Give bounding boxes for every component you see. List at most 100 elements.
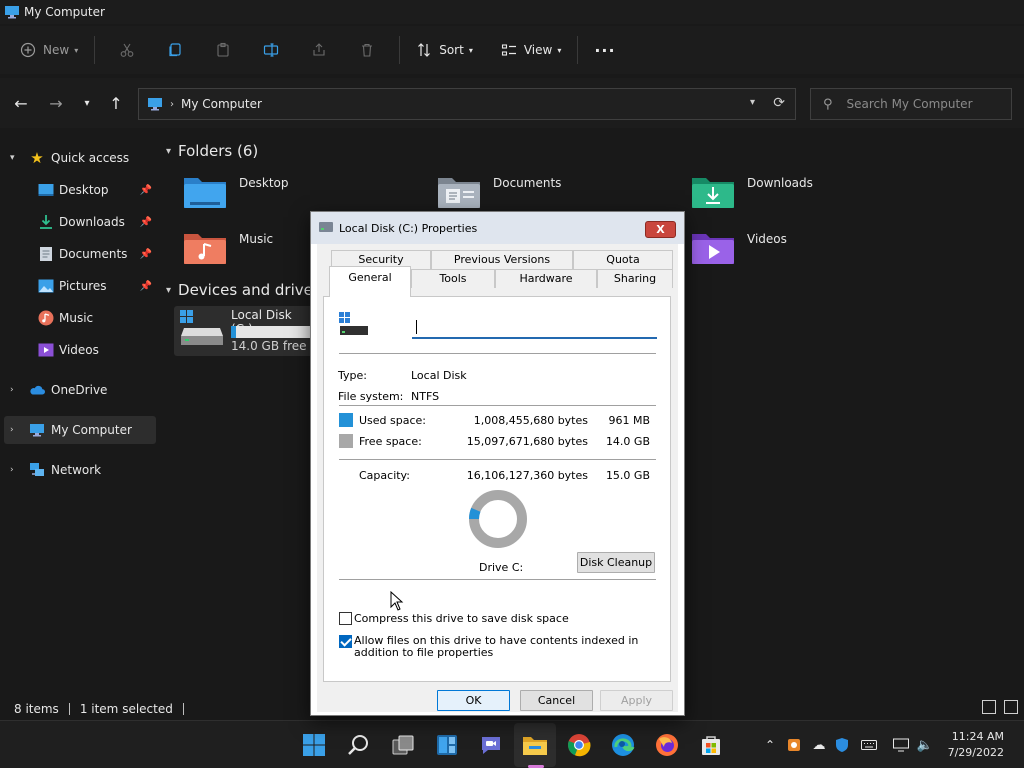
tab-tools[interactable]: Tools — [411, 269, 495, 288]
sidebar-item-pictures[interactable]: Pictures 📌 — [4, 272, 156, 300]
chevron-right-icon[interactable]: › — [10, 465, 14, 475]
sidebar-item-downloads[interactable]: Downloads 📌 — [4, 208, 156, 236]
address-bar[interactable]: › My Computer ▾ ⟳ — [138, 88, 796, 120]
tiles-view-icon[interactable] — [1004, 700, 1018, 714]
music-icon — [38, 310, 54, 326]
mouse-pointer-icon — [390, 591, 404, 611]
share-button[interactable] — [295, 34, 343, 66]
refresh-icon[interactable]: ⟳ — [773, 95, 785, 111]
pin-icon[interactable]: 📌 — [140, 281, 152, 292]
up-button[interactable]: ↑ — [105, 92, 127, 114]
search-icon: ⚲ — [823, 96, 833, 112]
sidebar-item-music[interactable]: Music — [4, 304, 156, 332]
show-hidden-icons-button[interactable]: ⌃ — [762, 735, 778, 755]
rename-icon — [264, 43, 279, 57]
sidebar-item-videos[interactable]: Videos — [4, 336, 156, 364]
chevron-right-icon[interactable]: › — [10, 425, 14, 435]
search-input[interactable]: Search My Computer — [847, 97, 973, 111]
chevron-down-icon[interactable]: ▾ — [166, 146, 171, 157]
back-button[interactable]: ← — [10, 92, 32, 114]
disk-cleanup-button[interactable]: Disk Cleanup — [577, 552, 655, 573]
tray-keyboard-icon[interactable] — [860, 735, 878, 755]
tab-hardware[interactable]: Hardware — [495, 269, 597, 288]
index-label: Allow files on this drive to have conten… — [354, 634, 639, 659]
chrome-button[interactable] — [565, 731, 593, 759]
chevron-up-icon: ⌃ — [764, 738, 776, 752]
index-checkbox[interactable] — [339, 635, 352, 648]
sort-button[interactable]: Sort ▾ — [408, 34, 481, 66]
search-box[interactable]: ⚲ Search My Computer — [810, 88, 1012, 120]
sort-label: Sort — [439, 43, 464, 57]
pin-icon[interactable]: 📌 — [140, 217, 152, 228]
store-button[interactable] — [697, 731, 725, 759]
monitor-icon — [893, 738, 909, 752]
forward-button[interactable]: → — [45, 92, 67, 114]
address-dropdown-icon[interactable]: ▾ — [750, 97, 755, 108]
search-taskbar-button[interactable] — [345, 731, 373, 759]
drives-section-header[interactable]: ▾ Devices and drives — [166, 281, 321, 299]
new-button[interactable]: New ▾ — [12, 34, 86, 66]
delete-button[interactable] — [343, 34, 391, 66]
tray-network-off-icon[interactable]: ☁ — [810, 735, 828, 755]
cut-button[interactable] — [103, 34, 151, 66]
pin-icon[interactable]: 📌 — [140, 249, 152, 260]
file-explorer-button[interactable] — [521, 731, 549, 759]
search-icon — [348, 735, 368, 755]
tab-previous-versions[interactable]: Previous Versions — [431, 250, 573, 269]
file-system-value: NTFS — [411, 390, 440, 403]
document-icon — [38, 246, 54, 262]
apply-button[interactable]: Apply — [600, 690, 673, 711]
tab-general[interactable]: General — [329, 266, 411, 297]
widgets-button[interactable] — [433, 731, 461, 759]
taskbar-clock[interactable]: 11:24 AM 7/29/2022 — [948, 729, 1004, 761]
address-path[interactable]: My Computer — [181, 97, 262, 111]
edge-button[interactable] — [609, 731, 637, 759]
task-view-button[interactable] — [389, 731, 417, 759]
sidebar-item-desktop[interactable]: Desktop 📌 — [4, 176, 156, 204]
recent-locations-button[interactable]: ▾ — [76, 92, 98, 114]
firefox-button[interactable] — [653, 731, 681, 759]
sidebar-item-onedrive[interactable]: › OneDrive — [4, 376, 156, 404]
sidebar-item-quick-access[interactable]: ▾ ★ Quick access — [4, 144, 156, 172]
copy-button[interactable] — [151, 34, 199, 66]
start-button[interactable] — [300, 731, 328, 759]
folder-desktop-icon — [184, 178, 226, 208]
sidebar-item-network[interactable]: › Network — [4, 456, 156, 484]
chat-button[interactable] — [477, 731, 505, 759]
cancel-button[interactable]: Cancel — [520, 690, 593, 711]
chevron-down-icon[interactable]: ▾ — [10, 153, 15, 163]
rename-button[interactable] — [247, 34, 295, 66]
folder-icon — [523, 737, 547, 755]
folders-section-header[interactable]: ▾ Folders (6) — [166, 142, 258, 160]
tray-volume-icon[interactable]: 🔈 — [916, 735, 934, 755]
close-button[interactable]: X — [645, 221, 676, 238]
tab-sharing[interactable]: Sharing — [597, 269, 673, 288]
tray-app-icon[interactable] — [786, 735, 802, 755]
divider — [577, 36, 579, 64]
sidebar-item-my-computer[interactable]: › My Computer — [4, 416, 156, 444]
pin-icon[interactable]: 📌 — [140, 185, 152, 196]
tab-label: General — [348, 271, 392, 284]
chevron-down-icon[interactable]: ▾ — [166, 285, 171, 296]
computer-icon — [5, 6, 19, 19]
tray-security-icon[interactable] — [834, 735, 850, 755]
more-options-button[interactable]: ··· — [586, 34, 623, 66]
folder-label: Downloads — [747, 176, 813, 190]
dialog-title-bar[interactable]: Local Disk (C:) Properties X — [311, 212, 684, 244]
paste-button[interactable] — [199, 34, 247, 66]
sidebar-item-documents[interactable]: Documents 📌 — [4, 240, 156, 268]
clipboard-icon — [217, 42, 229, 57]
window-title-bar: My Computer — [0, 0, 1024, 24]
drive-usage-fill — [231, 326, 237, 338]
drive-name-input[interactable] — [412, 317, 657, 339]
view-button[interactable]: View ▾ — [493, 34, 570, 66]
chevron-right-icon[interactable]: › — [10, 385, 14, 395]
tray-display-icon[interactable] — [892, 735, 910, 755]
drive-local-disk-c[interactable]: Local Disk (C:) 14.0 GB free of — [174, 306, 322, 356]
ok-button[interactable]: OK — [437, 690, 510, 711]
compress-checkbox[interactable] — [339, 612, 352, 625]
details-view-icon[interactable] — [982, 700, 996, 714]
tab-quota[interactable]: Quota — [573, 250, 673, 269]
folder-videos[interactable]: Videos — [682, 228, 922, 276]
folder-downloads[interactable]: Downloads — [682, 172, 922, 220]
